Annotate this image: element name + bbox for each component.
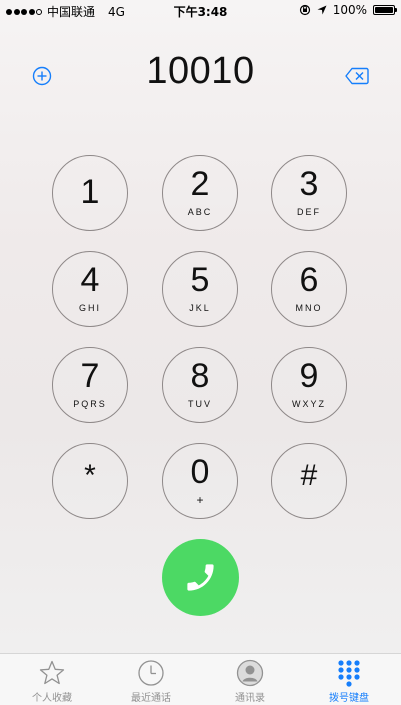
dialed-number: 10010: [146, 50, 255, 92]
key-letters: JKL: [189, 303, 211, 313]
key-digit: 2: [190, 165, 210, 203]
key-digit: 1: [80, 173, 100, 211]
key-letters: ABC: [187, 207, 213, 217]
keypad-icon: [338, 660, 360, 687]
battery-icon: [373, 5, 397, 15]
key-digit: 4: [80, 261, 100, 299]
star-icon: [39, 660, 65, 685]
key-5[interactable]: 5 JKL: [162, 251, 238, 327]
tab-label: 拨号键盘: [329, 693, 369, 704]
key-letters: MNO: [295, 303, 323, 313]
key-digit: 6: [299, 261, 319, 299]
plus-circle-icon[interactable]: [32, 66, 52, 86]
clock-icon: [138, 660, 164, 686]
phone-icon: [187, 564, 214, 591]
key-digit: 0: [190, 453, 210, 491]
contacts-icon: [236, 659, 264, 687]
key-hash[interactable]: #: [271, 443, 347, 519]
key-digit: *: [84, 459, 96, 492]
key-7[interactable]: 7 PQRS: [52, 347, 128, 423]
key-digit: 7: [80, 357, 100, 395]
key-letters: PQRS: [73, 399, 107, 409]
battery-percentage: 100%: [332, 3, 367, 17]
tab-bar: 个人收藏 最近通话 通讯录 拨号键盘: [0, 653, 401, 705]
call-button[interactable]: [162, 539, 239, 616]
key-star[interactable]: *: [52, 443, 128, 519]
key-digit: 9: [299, 357, 319, 395]
key-letters: GHI: [78, 303, 101, 313]
key-0[interactable]: 0 +: [162, 443, 238, 519]
status-right: 100%: [299, 3, 397, 17]
key-letters: TUV: [188, 399, 212, 409]
location-arrow-icon: [317, 5, 327, 15]
key-2[interactable]: 2 ABC: [162, 155, 238, 231]
key-digit: 3: [299, 165, 319, 203]
key-digit: 5: [190, 261, 210, 299]
key-letters: WXYZ: [292, 399, 326, 409]
status-bar: 中国联通 4G 下午3:48 100%: [0, 0, 401, 20]
key-1[interactable]: 1: [52, 155, 128, 231]
key-6[interactable]: 6 MNO: [271, 251, 347, 327]
key-8[interactable]: 8 TUV: [162, 347, 238, 423]
key-3[interactable]: 3 DEF: [271, 155, 347, 231]
key-letters: +: [196, 493, 204, 507]
orientation-lock-icon: [299, 4, 310, 16]
tab-recents[interactable]: 最近通话: [101, 654, 201, 705]
tab-label: 个人收藏: [32, 693, 72, 704]
tab-contacts[interactable]: 通讯录: [200, 654, 300, 705]
key-digit: #: [300, 459, 318, 492]
delete-backspace-icon[interactable]: [345, 67, 369, 85]
tab-label: 通讯录: [235, 693, 265, 704]
tab-label: 最近通话: [131, 693, 171, 704]
key-4[interactable]: 4 GHI: [52, 251, 128, 327]
tab-favorites[interactable]: 个人收藏: [2, 654, 102, 705]
tab-keypad[interactable]: 拨号键盘: [299, 654, 399, 705]
key-9[interactable]: 9 WXYZ: [271, 347, 347, 423]
key-digit: 8: [190, 357, 210, 395]
key-letters: DEF: [297, 207, 321, 217]
